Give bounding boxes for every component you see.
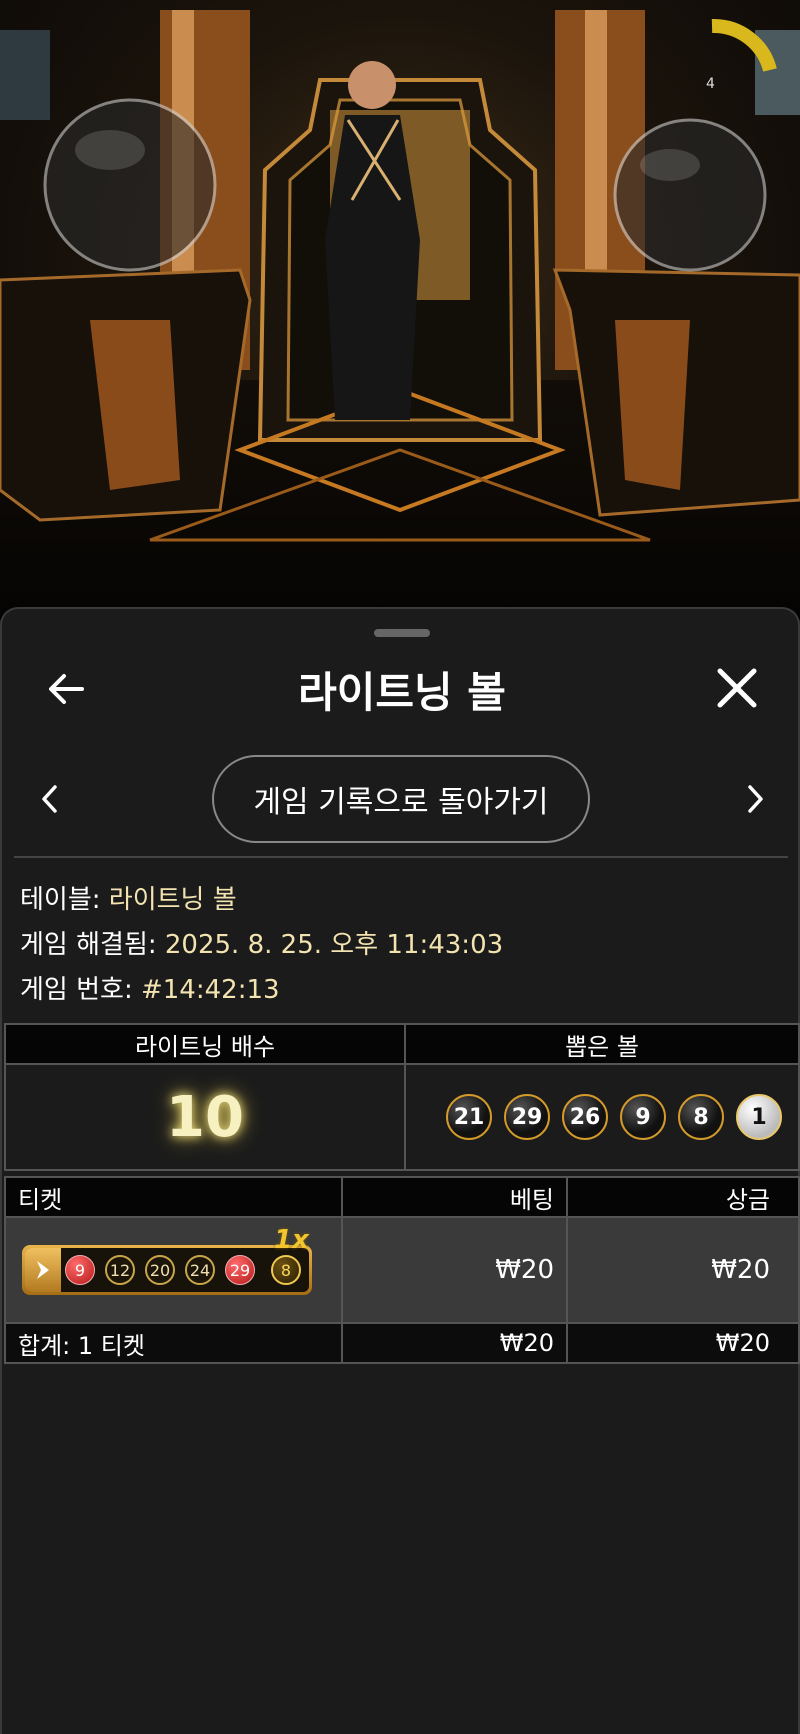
round-counter: 4 (706, 76, 715, 92)
drag-handle[interactable] (374, 629, 430, 637)
resolved-label: 게임 해결됨: (20, 930, 157, 960)
ticket-cell: 9 12 20 24 29 8 1x (4, 1216, 343, 1324)
drawn-ball: 21 (446, 1094, 492, 1140)
previous-game-chevron-icon[interactable] (32, 779, 68, 819)
bet-header: 베팅 (341, 1176, 568, 1218)
ticket-table: 티켓 베팅 상금 9 12 20 24 29 8 1x ₩20 ₩20 합계: … (4, 1176, 800, 1364)
table-label: 테이블: (20, 885, 101, 915)
ticket: 9 12 20 24 29 8 1x (22, 1225, 312, 1295)
game-number-value: #14:42:13 (140, 975, 280, 1005)
drawn-ball-bonus: 1 (736, 1094, 782, 1140)
game-number-info: 게임 번호: #14:42:13 (20, 969, 280, 1006)
close-icon[interactable] (712, 663, 762, 713)
total-row: 합계: 1 티켓 ₩20 ₩20 (4, 1322, 800, 1364)
lightning-multiplier: 10 (166, 1084, 244, 1150)
back-to-history-button[interactable]: 게임 기록으로 돌아가기 (212, 755, 590, 843)
drawn-balls-cell: 21 29 26 9 8 1 (404, 1063, 800, 1171)
ticket-strip: 9 12 20 24 29 8 (22, 1245, 312, 1295)
total-prize: ₩20 (566, 1322, 800, 1364)
drawn-balls-header: 뽑은 볼 (404, 1023, 800, 1065)
ticket-ball: 20 (145, 1255, 175, 1285)
prize-header: 상금 (566, 1176, 800, 1218)
ticket-extra-ball: 8 (271, 1255, 301, 1285)
total-label: 합계: 1 티켓 (4, 1322, 343, 1364)
page-title: 라이트닝 볼 (298, 668, 506, 717)
game-detail-sheet: 라이트닝 볼 게임 기록으로 돌아가기 테이블: 라이트닝 볼 게임 해결됨: … (0, 607, 800, 1734)
table-row: 9 12 20 24 29 8 1x ₩20 ₩20 (4, 1216, 800, 1324)
ticket-ball: 24 (185, 1255, 215, 1285)
ticket-ball: 12 (105, 1255, 135, 1285)
ticket-ball: 9 (65, 1255, 95, 1285)
table-value: 라이트닝 볼 (108, 885, 237, 915)
divider (14, 856, 788, 858)
ticket-header: 티켓 (4, 1176, 343, 1218)
game-number-label: 게임 번호: (20, 975, 133, 1005)
studio-scene (0, 10, 800, 542)
table-info: 테이블: 라이트닝 볼 (20, 879, 237, 916)
multiplier-cell: 10 (4, 1063, 406, 1171)
result-table: 라이트닝 배수 뽑은 볼 10 21 29 26 9 8 1 (4, 1023, 800, 1171)
ticket-multiplier-badge: 1x (274, 1225, 309, 1255)
drawn-ball: 29 (504, 1094, 550, 1140)
resolved-info: 게임 해결됨: 2025. 8. 25. 오후 11:43:03 (20, 924, 503, 961)
ticket-bet: ₩20 (341, 1216, 568, 1324)
total-bet: ₩20 (341, 1322, 568, 1364)
ticket-prize: ₩20 (566, 1216, 800, 1324)
drawn-ball: 26 (562, 1094, 608, 1140)
next-game-chevron-icon[interactable] (737, 779, 773, 819)
resolved-value: 2025. 8. 25. 오후 11:43:03 (164, 930, 504, 960)
live-video-stage: 4 (0, 0, 800, 620)
ticket-arrow-icon (25, 1248, 61, 1292)
multiplier-header: 라이트닝 배수 (4, 1023, 406, 1065)
drawn-ball: 8 (678, 1094, 724, 1140)
ticket-ball: 29 (225, 1255, 255, 1285)
drawn-ball: 9 (620, 1094, 666, 1140)
